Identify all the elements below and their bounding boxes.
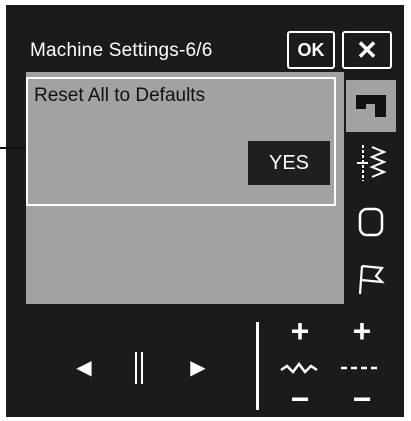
sewing-machine-icon bbox=[356, 95, 386, 117]
callout-line bbox=[0, 147, 26, 149]
tab-flag[interactable] bbox=[346, 253, 396, 305]
settings-tabs bbox=[346, 80, 396, 304]
reset-setting-panel: Reset All to Defaults YES bbox=[26, 77, 336, 206]
tab-bobbin[interactable] bbox=[346, 196, 396, 248]
stitch-length-minus-button[interactable]: − bbox=[348, 381, 376, 417]
reset-label: Reset All to Defaults bbox=[34, 85, 206, 106]
yes-button[interactable]: YES bbox=[248, 141, 330, 185]
pause-icon bbox=[135, 352, 143, 384]
straight-stitch-icon bbox=[341, 366, 381, 370]
close-button[interactable]: ✕ bbox=[342, 31, 392, 69]
stitch-width-plus-button[interactable]: + bbox=[286, 313, 314, 349]
pause-button[interactable] bbox=[126, 348, 152, 388]
stitch-length-plus-button[interactable]: + bbox=[348, 313, 376, 349]
flag-icon bbox=[358, 264, 385, 295]
divider bbox=[256, 322, 259, 410]
zigzag-width-icon bbox=[280, 361, 318, 374]
stitch-width-minus-button[interactable]: − bbox=[286, 381, 314, 417]
page-title: Machine Settings-6/6 bbox=[30, 40, 213, 61]
stitch-icon bbox=[357, 145, 387, 181]
tab-machine[interactable] bbox=[346, 80, 396, 132]
tab-stitch[interactable] bbox=[346, 137, 396, 189]
stitch-width-indicator bbox=[278, 356, 320, 380]
stitch-length-indicator bbox=[336, 356, 386, 380]
bobbin-icon bbox=[358, 207, 384, 237]
prev-button[interactable]: ◀ bbox=[70, 354, 98, 380]
ok-button[interactable]: OK bbox=[287, 31, 335, 69]
next-button[interactable]: ▶ bbox=[184, 354, 212, 380]
